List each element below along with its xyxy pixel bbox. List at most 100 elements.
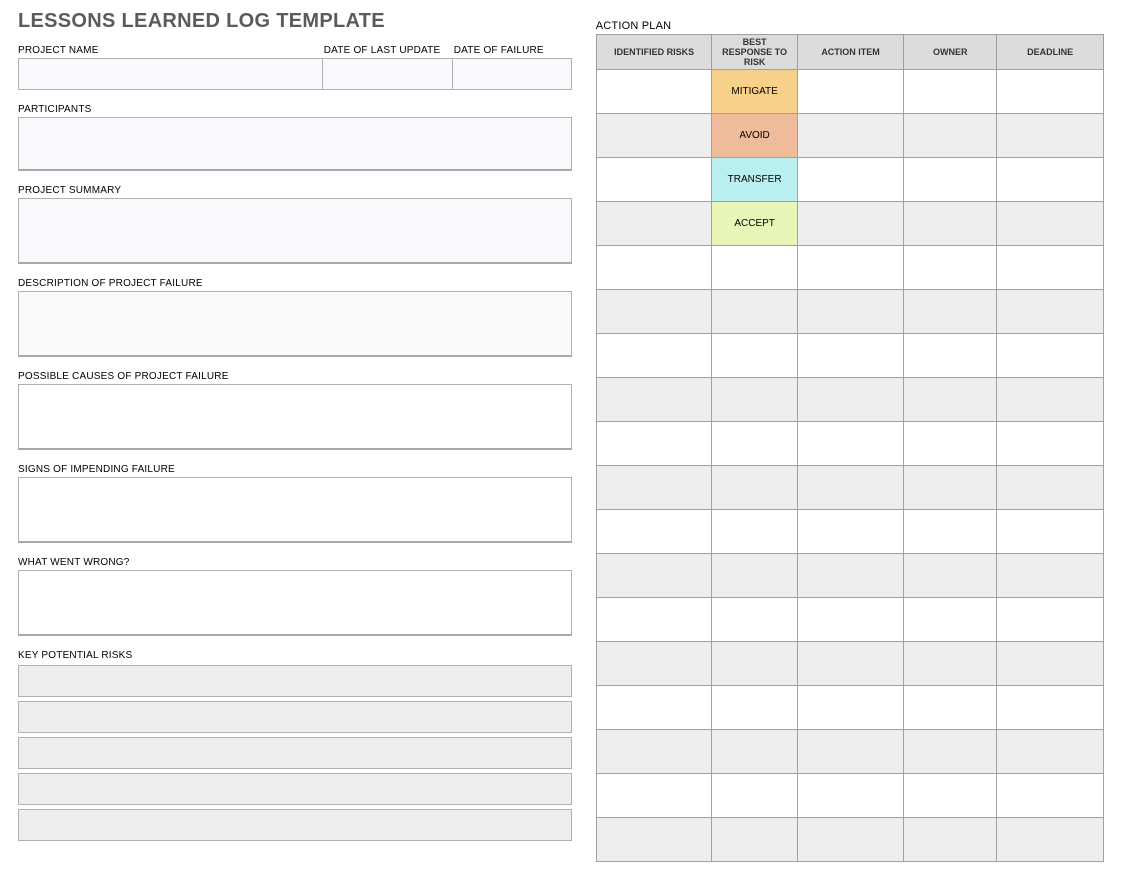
signs-field[interactable] <box>18 477 572 543</box>
cell-action-item[interactable] <box>798 334 905 378</box>
cell-action-item[interactable] <box>798 158 905 202</box>
project-summary-field[interactable] <box>18 198 572 264</box>
cell-best-response[interactable]: ACCEPT <box>712 202 797 246</box>
cell-identified-risk[interactable] <box>596 378 713 422</box>
cell-best-response[interactable] <box>712 246 797 290</box>
cell-deadline[interactable] <box>997 774 1104 818</box>
cell-identified-risk[interactable] <box>596 554 713 598</box>
key-risk-row[interactable] <box>18 665 572 697</box>
cell-best-response[interactable] <box>712 818 797 862</box>
cell-deadline[interactable] <box>997 510 1104 554</box>
date-failure-field[interactable] <box>452 58 572 90</box>
cell-action-item[interactable] <box>798 290 905 334</box>
cell-best-response[interactable] <box>712 422 797 466</box>
cell-owner[interactable] <box>904 818 997 862</box>
cell-best-response[interactable]: AVOID <box>712 114 797 158</box>
possible-causes-field[interactable] <box>18 384 572 450</box>
cell-action-item[interactable] <box>798 466 905 510</box>
cell-action-item[interactable] <box>798 422 905 466</box>
cell-deadline[interactable] <box>997 466 1104 510</box>
cell-owner[interactable] <box>904 466 997 510</box>
cell-best-response[interactable] <box>712 378 797 422</box>
cell-best-response[interactable] <box>712 554 797 598</box>
cell-action-item[interactable] <box>798 554 905 598</box>
cell-owner[interactable] <box>904 422 997 466</box>
cell-deadline[interactable] <box>997 730 1104 774</box>
cell-owner[interactable] <box>904 730 997 774</box>
cell-identified-risk[interactable] <box>596 466 713 510</box>
cell-deadline[interactable] <box>997 114 1104 158</box>
cell-best-response[interactable] <box>712 334 797 378</box>
cell-identified-risk[interactable] <box>596 598 713 642</box>
cell-action-item[interactable] <box>798 114 905 158</box>
project-name-field[interactable] <box>18 58 322 90</box>
cell-identified-risk[interactable] <box>596 114 713 158</box>
cell-action-item[interactable] <box>798 378 905 422</box>
cell-identified-risk[interactable] <box>596 730 713 774</box>
cell-best-response[interactable] <box>712 510 797 554</box>
cell-deadline[interactable] <box>997 158 1104 202</box>
cell-owner[interactable] <box>904 642 997 686</box>
cell-best-response[interactable] <box>712 598 797 642</box>
cell-action-item[interactable] <box>798 730 905 774</box>
cell-action-item[interactable] <box>798 818 905 862</box>
cell-owner[interactable] <box>904 378 997 422</box>
cell-deadline[interactable] <box>997 642 1104 686</box>
cell-identified-risk[interactable] <box>596 290 713 334</box>
cell-identified-risk[interactable] <box>596 510 713 554</box>
cell-deadline[interactable] <box>997 290 1104 334</box>
cell-best-response[interactable] <box>712 774 797 818</box>
cell-deadline[interactable] <box>997 246 1104 290</box>
what-wrong-field[interactable] <box>18 570 572 636</box>
cell-owner[interactable] <box>904 70 997 114</box>
cell-deadline[interactable] <box>997 554 1104 598</box>
cell-owner[interactable] <box>904 686 997 730</box>
key-risk-row[interactable] <box>18 737 572 769</box>
cell-action-item[interactable] <box>798 246 905 290</box>
cell-action-item[interactable] <box>798 686 905 730</box>
date-last-update-field[interactable] <box>322 58 452 90</box>
cell-owner[interactable] <box>904 334 997 378</box>
cell-owner[interactable] <box>904 598 997 642</box>
cell-action-item[interactable] <box>798 202 905 246</box>
cell-action-item[interactable] <box>798 598 905 642</box>
key-risk-row[interactable] <box>18 701 572 733</box>
cell-owner[interactable] <box>904 114 997 158</box>
cell-owner[interactable] <box>904 290 997 334</box>
cell-identified-risk[interactable] <box>596 686 713 730</box>
cell-identified-risk[interactable] <box>596 422 713 466</box>
cell-identified-risk[interactable] <box>596 642 713 686</box>
cell-identified-risk[interactable] <box>596 818 713 862</box>
cell-best-response[interactable]: TRANSFER <box>712 158 797 202</box>
cell-action-item[interactable] <box>798 774 905 818</box>
key-risk-row[interactable] <box>18 773 572 805</box>
cell-identified-risk[interactable] <box>596 70 713 114</box>
cell-best-response[interactable] <box>712 642 797 686</box>
cell-owner[interactable] <box>904 554 997 598</box>
cell-identified-risk[interactable] <box>596 334 713 378</box>
cell-best-response[interactable]: MITIGATE <box>712 70 797 114</box>
cell-deadline[interactable] <box>997 422 1104 466</box>
cell-best-response[interactable] <box>712 466 797 510</box>
cell-deadline[interactable] <box>997 70 1104 114</box>
cell-action-item[interactable] <box>798 642 905 686</box>
cell-deadline[interactable] <box>997 598 1104 642</box>
participants-field[interactable] <box>18 117 572 171</box>
cell-owner[interactable] <box>904 158 997 202</box>
cell-action-item[interactable] <box>798 70 905 114</box>
description-failure-field[interactable] <box>18 291 572 357</box>
cell-deadline[interactable] <box>997 334 1104 378</box>
cell-owner[interactable] <box>904 774 997 818</box>
cell-best-response[interactable] <box>712 290 797 334</box>
cell-deadline[interactable] <box>997 378 1104 422</box>
cell-action-item[interactable] <box>798 510 905 554</box>
cell-identified-risk[interactable] <box>596 202 713 246</box>
cell-identified-risk[interactable] <box>596 246 713 290</box>
key-risk-row[interactable] <box>18 809 572 841</box>
cell-identified-risk[interactable] <box>596 774 713 818</box>
cell-best-response[interactable] <box>712 686 797 730</box>
cell-owner[interactable] <box>904 202 997 246</box>
cell-owner[interactable] <box>904 510 997 554</box>
cell-owner[interactable] <box>904 246 997 290</box>
cell-best-response[interactable] <box>712 730 797 774</box>
